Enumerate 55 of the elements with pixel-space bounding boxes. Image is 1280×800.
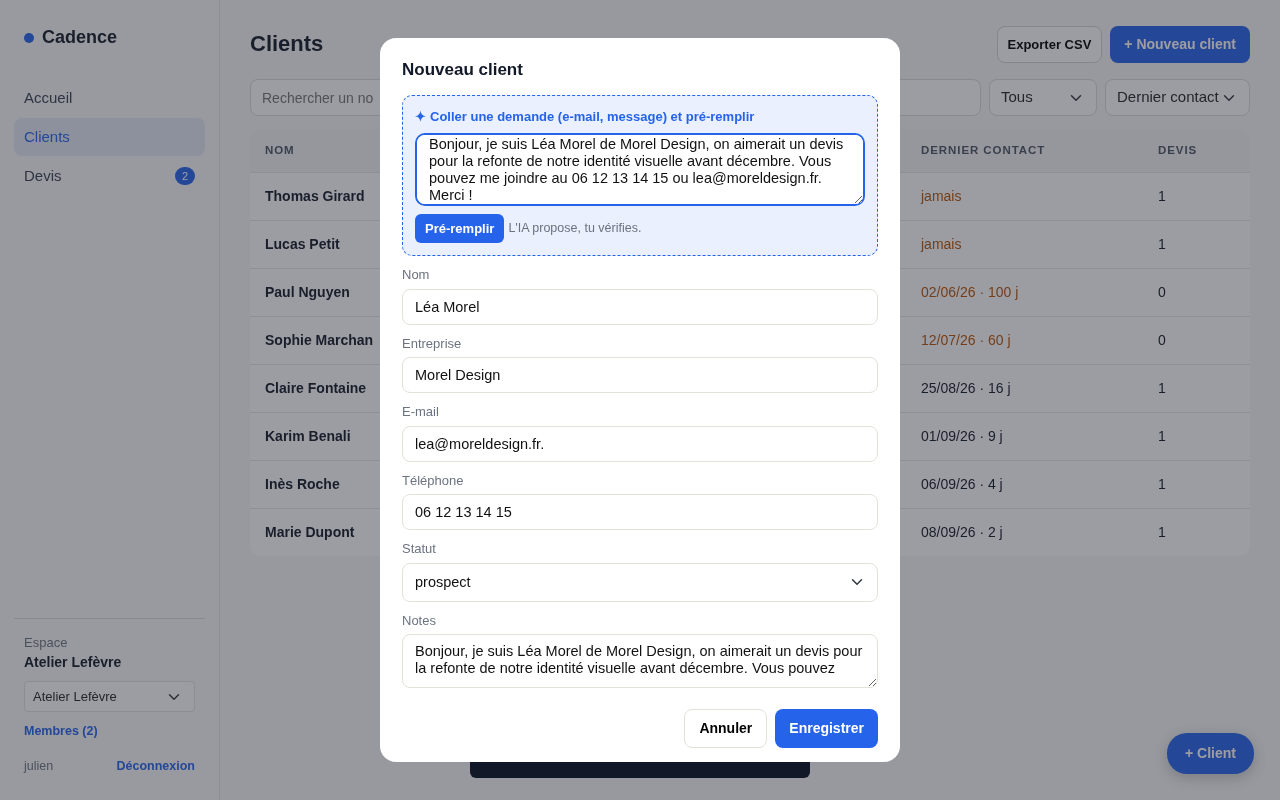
column-header: DERNIER CONTACT: [906, 129, 1143, 173]
members-link[interactable]: Membres (2): [24, 722, 98, 741]
new-client-button[interactable]: + Nouveau client: [1110, 26, 1250, 63]
nav-label: Devis: [24, 165, 62, 186]
count-badge: 2: [174, 166, 195, 186]
last-contact-cell: 02/06/26 · 100 j: [906, 268, 1143, 317]
sort-select[interactable]: Dernier contact: [1105, 79, 1250, 116]
logout-link[interactable]: Déconnexion: [116, 757, 195, 776]
request-text-field[interactable]: Bonjour, je suis Léa Morel de Morel Design, on aimerait un devis pour la refonte de notre identité visuelle avant décembre. Vous pouvez me joindre au 06 12 13 14 15 ou lea@moreldesign.fr. Merci !: [415, 132, 865, 206]
user-name: julien: [24, 758, 54, 776]
dialog-title: Nouveau client: [402, 60, 524, 81]
field-label: Statut: [402, 540, 437, 559]
quotes-cell: 0: [1143, 268, 1250, 317]
field-label: Téléphone: [402, 471, 465, 490]
quotes-cell: 1: [1143, 172, 1250, 221]
field-label: Entreprise: [402, 334, 463, 353]
save-button[interactable]: Enregistrer: [775, 709, 878, 749]
input-field[interactable]: Morel Design: [402, 357, 878, 394]
sidebar-item[interactable]: Devis 2: [14, 157, 205, 195]
input-field[interactable]: 06 12 13 14 15: [402, 494, 878, 531]
quotes-cell: 1: [1143, 508, 1250, 557]
workspace-select[interactable]: Atelier Lefèvre: [24, 681, 195, 713]
status-select[interactable]: prospect: [402, 562, 878, 602]
column-header: DEVIS: [1143, 129, 1250, 173]
filter-select[interactable]: Tous: [989, 79, 1097, 116]
brand-name: Cadence: [42, 26, 118, 49]
last-contact-cell: 01/09/26 · 9 j: [906, 412, 1143, 461]
last-contact-cell: jamais: [906, 220, 1143, 269]
quotes-cell: 1: [1143, 460, 1250, 509]
quotes-cell: 1: [1143, 364, 1250, 413]
workspace-name: Atelier Lefèvre: [24, 653, 123, 673]
cancel-button[interactable]: Annuler: [684, 709, 768, 749]
prefill-button[interactable]: Pré-remplir: [415, 213, 505, 244]
logo-dot-icon: [24, 32, 34, 43]
quotes-cell: 1: [1143, 220, 1250, 269]
prefill-heading: Coller une demande (e-mail, message) et pré-remplir: [430, 108, 755, 127]
last-contact-cell: 08/09/26 · 2 j: [906, 508, 1143, 557]
last-contact-cell: 25/08/26 · 16 j: [906, 364, 1143, 413]
sidebar-item[interactable]: Accueil: [14, 79, 205, 117]
quotes-cell: 0: [1143, 316, 1250, 365]
field-label: Notes: [402, 611, 437, 630]
prefill-hint: L'IA propose, tu vérifies.: [508, 220, 642, 238]
sparkle-icon: ✦: [415, 107, 426, 127]
export-button[interactable]: Exporter CSV: [996, 26, 1103, 63]
page-title: Clients: [250, 31, 324, 58]
add-client-button[interactable]: + Client: [1167, 733, 1254, 774]
notes-field[interactable]: Bonjour, je suis Léa Morel de Morel Design, on aimerait un devis pour la refonte de notre identité visuelle avant décembre. Vous pouvez: [402, 634, 878, 689]
quotes-cell: 1: [1143, 412, 1250, 461]
last-contact-cell: 06/09/26 · 4 j: [906, 460, 1143, 509]
field-label: Nom: [402, 266, 431, 285]
last-contact-cell: 12/07/26 · 60 j: [906, 316, 1143, 365]
input-field[interactable]: lea@moreldesign.fr.: [402, 425, 878, 462]
input-field[interactable]: Léa Morel: [402, 288, 878, 325]
workspace-label: Espace: [24, 633, 69, 652]
last-contact-cell: jamais: [906, 172, 1143, 221]
